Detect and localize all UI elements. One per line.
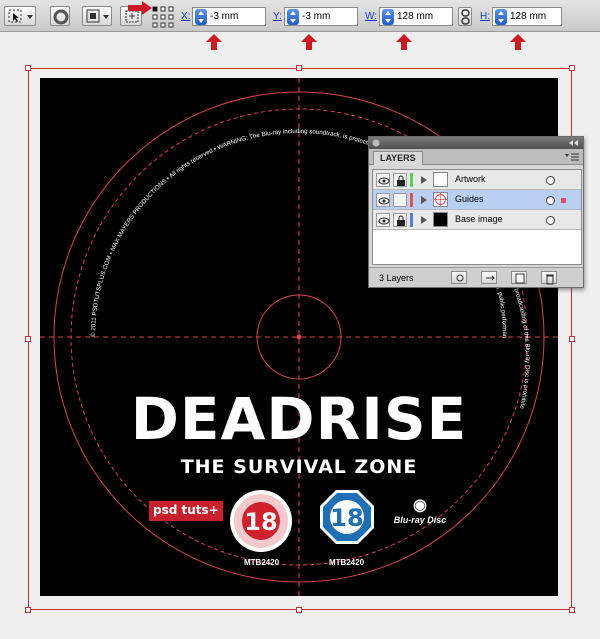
w-stepper[interactable]	[382, 8, 394, 25]
layer-count: 3 Layers	[379, 273, 414, 283]
new-layer-button[interactable]	[511, 271, 527, 284]
arrows-icon	[486, 275, 495, 281]
x-field[interactable]: -3 mm	[192, 7, 266, 26]
control-bar: X: -3 mm Y: -3 mm W: 128 mm H: 128 mm	[0, 0, 600, 32]
selection-tool-dropdown[interactable]	[4, 6, 36, 26]
fill-tool-dropdown[interactable]	[82, 6, 112, 26]
eye-icon	[378, 217, 390, 225]
x-value: -3 mm	[210, 11, 239, 22]
y-field[interactable]: -3 mm	[284, 7, 358, 26]
layers-panel-footer: 3 Layers	[369, 267, 583, 287]
h-field[interactable]: 128 mm	[492, 7, 562, 26]
annotation-arrow-up-h-icon	[510, 34, 526, 50]
layer-name: Base image	[455, 214, 503, 224]
constrain-proportions-button[interactable]	[458, 7, 472, 26]
layers-panel-titlebar[interactable]	[369, 137, 583, 149]
selection-icon	[8, 9, 33, 23]
layers-tab-row: LAYERS	[369, 149, 583, 165]
layer-color-swatch	[410, 193, 413, 207]
w-label: W:	[365, 11, 378, 22]
donut-icon	[53, 9, 69, 25]
lock-toggle[interactable]	[393, 173, 407, 187]
layer-color-swatch	[410, 213, 413, 227]
h-stepper[interactable]	[495, 8, 507, 25]
layer-target-circle[interactable]	[546, 176, 555, 185]
layer-name: Artwork	[455, 174, 486, 184]
resize-handle-top[interactable]	[296, 65, 302, 71]
expand-triangle-icon[interactable]	[421, 216, 427, 224]
annotation-arrow-up-w-icon	[396, 34, 412, 50]
move-to-layer-button[interactable]	[481, 271, 497, 284]
frame-icon	[86, 9, 109, 23]
layer-row-base-image[interactable]: Base image	[373, 210, 581, 230]
resize-handle-bottom[interactable]	[296, 607, 302, 613]
resize-handle-left[interactable]	[25, 336, 31, 342]
visibility-toggle[interactable]	[376, 193, 390, 207]
lock-icon	[397, 175, 405, 186]
content-grabber-button[interactable]	[50, 6, 70, 26]
close-icon[interactable]	[372, 139, 380, 147]
x-label: X:	[181, 11, 191, 22]
new-page-icon	[515, 273, 525, 284]
layer-row-guides[interactable]: Guides	[373, 190, 581, 210]
annotation-arrow-up-y-icon	[301, 34, 317, 50]
trash-icon	[546, 274, 554, 285]
resize-handle-bottom-left[interactable]	[25, 607, 31, 613]
visibility-toggle[interactable]	[376, 173, 390, 187]
guides-thumb-icon	[434, 193, 447, 206]
visibility-toggle[interactable]	[376, 213, 390, 227]
collapse-icon[interactable]	[567, 139, 579, 147]
eye-icon	[378, 177, 390, 185]
lock-icon	[397, 215, 405, 226]
layers-list: Artwork Guides Base image	[372, 169, 582, 265]
resize-handle-top-left[interactable]	[25, 65, 31, 71]
w-field[interactable]: 128 mm	[379, 7, 453, 26]
layer-row-artwork[interactable]: Artwork	[373, 170, 581, 190]
y-label: Y:	[273, 11, 282, 22]
x-stepper[interactable]	[195, 8, 207, 25]
delete-layer-button[interactable]	[541, 271, 557, 285]
panel-menu-icon[interactable]	[565, 153, 579, 161]
indesign-window: X: -3 mm Y: -3 mm W: 128 mm H: 128 mm © …	[0, 0, 600, 639]
eye-icon	[378, 197, 390, 205]
y-stepper[interactable]	[287, 8, 299, 25]
layer-color-swatch	[410, 173, 413, 187]
layers-panel: LAYERS Artwork Guides Base image 3 Layer…	[368, 136, 584, 288]
h-label: H:	[480, 11, 490, 22]
h-value: 128 mm	[510, 11, 547, 22]
layer-selection-indicator	[561, 198, 566, 203]
layer-target-circle[interactable]	[546, 216, 555, 225]
layer-thumbnail	[433, 192, 448, 207]
locate-object-button[interactable]	[451, 271, 467, 284]
resize-handle-bottom-right[interactable]	[569, 607, 575, 613]
expand-triangle-icon[interactable]	[421, 176, 427, 184]
layer-thumbnail	[433, 172, 448, 187]
chain-link-icon	[461, 9, 470, 25]
resize-handle-right[interactable]	[569, 336, 575, 342]
y-value: -3 mm	[302, 11, 331, 22]
layer-target-circle[interactable]	[546, 196, 555, 205]
layer-name: Guides	[455, 194, 484, 204]
annotation-arrow-up-x-icon	[206, 34, 222, 50]
lock-toggle[interactable]	[393, 213, 407, 227]
tab-layers[interactable]: LAYERS	[373, 151, 423, 165]
lock-toggle[interactable]	[393, 193, 407, 207]
layer-thumbnail	[433, 212, 448, 227]
locate-icon	[456, 274, 464, 282]
annotation-arrow-right-icon	[128, 1, 152, 15]
w-value: 128 mm	[397, 11, 434, 22]
resize-handle-top-right[interactable]	[569, 65, 575, 71]
expand-triangle-icon[interactable]	[421, 196, 427, 204]
